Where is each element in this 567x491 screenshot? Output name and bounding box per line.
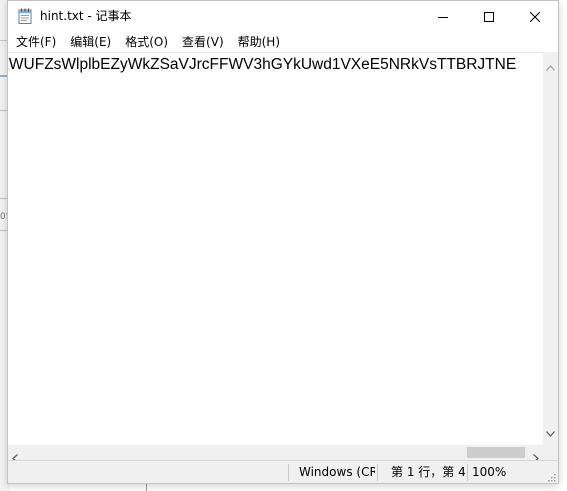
minimize-icon (438, 7, 448, 26)
resize-grip-icon[interactable] (546, 471, 556, 482)
editor-content[interactable]: RWUFZsWlplbEZyWkZSaVJrcFFWV3hGYkUwd1VXeE… (8, 55, 516, 75)
zoom-status: 100% (472, 465, 507, 479)
cursor-position-status: 第 1 行，第 4 (391, 465, 466, 479)
status-divider (288, 464, 289, 481)
menu-edit[interactable]: 编辑(E) (63, 32, 118, 52)
maximize-icon (484, 7, 494, 26)
vertical-scrollbar[interactable] (543, 52, 558, 445)
window-title: hint.txt - 记事本 (40, 9, 132, 23)
menu-view[interactable]: 查看(V) (175, 32, 231, 52)
minimize-button[interactable] (420, 1, 466, 31)
status-bar: Windows (CRLF) 第 1 行，第 4 100% (8, 460, 558, 483)
notepad-icon[interactable] (18, 8, 32, 24)
scrollbar-corner (543, 445, 558, 460)
notepad-window: hint.txt - 记事本 文件(F) 编辑(E) 格式(O) 查看(V) 帮… (7, 0, 559, 484)
menu-format[interactable]: 格式(O) (118, 32, 175, 52)
scroll-up-icon[interactable] (546, 56, 555, 75)
status-divider (467, 464, 468, 481)
menu-help[interactable]: 帮助(H) (231, 32, 287, 52)
title-bar[interactable]: hint.txt - 记事本 (8, 1, 558, 32)
maximize-button[interactable] (466, 1, 512, 31)
text-editor[interactable]: RWUFZsWlplbEZyWkZSaVJrcFFWV3hGYkUwd1VXeE… (8, 52, 543, 445)
close-button[interactable] (512, 1, 558, 31)
line-ending-status: Windows (CRLF) (299, 465, 375, 479)
status-divider (377, 464, 378, 481)
horizontal-scrollbar[interactable] (8, 445, 543, 463)
close-icon (529, 7, 541, 26)
horizontal-scroll-thumb[interactable] (467, 447, 525, 458)
menu-file[interactable]: 文件(F) (9, 32, 63, 52)
scroll-down-icon[interactable] (546, 422, 555, 441)
menu-bar: 文件(F) 编辑(E) 格式(O) 查看(V) 帮助(H) (8, 32, 558, 52)
